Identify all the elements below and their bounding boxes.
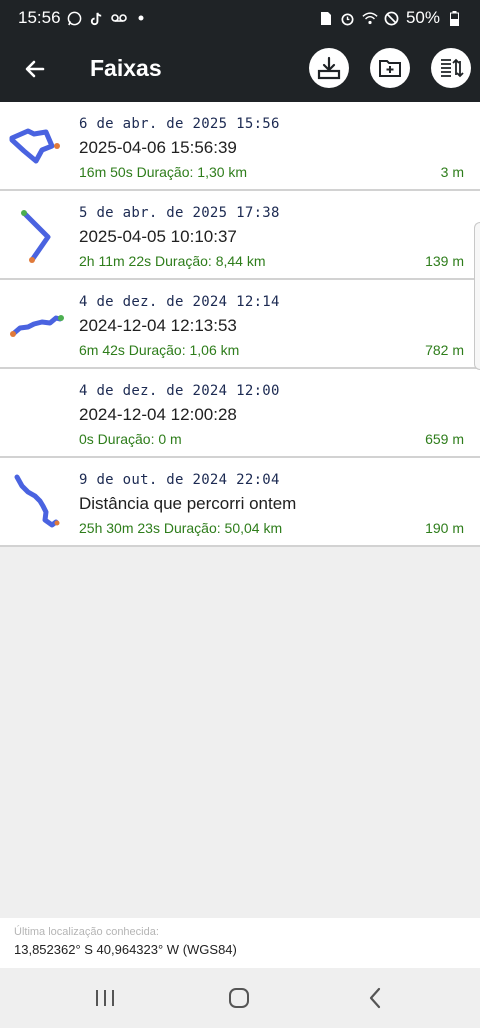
track-duration: 2h 11m 22s Duração: 8,44 km bbox=[79, 253, 266, 269]
dnd-icon bbox=[384, 10, 400, 26]
track-thumbnail bbox=[9, 128, 60, 164]
track-duration: 6m 42s Duração: 1,06 km bbox=[79, 342, 240, 358]
home-button[interactable] bbox=[225, 984, 253, 1012]
dot-icon bbox=[133, 10, 149, 26]
track-thumbnail bbox=[10, 315, 64, 337]
track-list: 6 de abr. de 2025 15:56 2025-04-06 15:56… bbox=[0, 102, 480, 547]
sort-button[interactable] bbox=[431, 48, 471, 88]
scroll-handle[interactable] bbox=[474, 222, 480, 370]
app-bar: Faixas bbox=[0, 36, 480, 102]
import-icon bbox=[317, 56, 341, 80]
track-thumbnail bbox=[14, 474, 60, 528]
last-location-footer: Última localização conhecida: 13,852362°… bbox=[0, 918, 480, 968]
track-distance: 659 m bbox=[425, 431, 464, 447]
track-name: 2025-04-05 10:10:37 bbox=[79, 227, 237, 246]
voicemail-icon bbox=[110, 10, 127, 26]
sort-icon bbox=[441, 58, 464, 78]
track-row[interactable]: 6 de abr. de 2025 15:56 2025-04-06 15:56… bbox=[0, 102, 480, 191]
last-location-label: Última localização conhecida: bbox=[14, 926, 159, 938]
battery-icon bbox=[446, 10, 462, 26]
sim-icon bbox=[318, 10, 334, 26]
new-folder-icon bbox=[379, 60, 401, 77]
track-name: Distância que percorri ontem bbox=[79, 494, 297, 513]
track-date: 5 de abr. de 2025 17:38 bbox=[79, 205, 280, 221]
recent-apps-icon bbox=[96, 990, 114, 1006]
track-distance: 190 m bbox=[425, 520, 464, 536]
import-track-button[interactable] bbox=[309, 48, 349, 88]
track-date: 9 de out. de 2024 22:04 bbox=[79, 472, 280, 488]
back-nav-button[interactable] bbox=[361, 984, 389, 1012]
track-date: 4 de dez. de 2024 12:00 bbox=[79, 383, 280, 399]
status-bar: 15:56 50% bbox=[0, 0, 480, 36]
chevron-left-icon bbox=[369, 987, 381, 1009]
track-row[interactable]: 5 de abr. de 2025 17:38 2025-04-05 10:10… bbox=[0, 191, 480, 280]
track-date: 4 de dez. de 2024 12:14 bbox=[79, 294, 280, 310]
recent-apps-button[interactable] bbox=[91, 984, 119, 1012]
system-nav-bar bbox=[0, 968, 480, 1028]
tiktok-icon bbox=[89, 10, 105, 26]
alarm-icon bbox=[340, 10, 356, 26]
new-folder-button[interactable] bbox=[370, 48, 410, 88]
track-distance: 139 m bbox=[425, 253, 464, 269]
track-duration: 0s Duração: 0 m bbox=[79, 431, 182, 447]
track-name: 2024-12-04 12:13:53 bbox=[79, 316, 237, 335]
track-row[interactable]: 4 de dez. de 2024 12:00 2024-12-04 12:00… bbox=[0, 369, 480, 458]
track-name: 2024-12-04 12:00:28 bbox=[79, 405, 237, 424]
track-name: 2025-04-06 15:56:39 bbox=[79, 138, 237, 157]
wifi-icon bbox=[362, 10, 378, 26]
whatsapp-icon bbox=[67, 10, 83, 26]
track-date: 6 de abr. de 2025 15:56 bbox=[79, 116, 280, 132]
track-row[interactable]: 4 de dez. de 2024 12:14 2024-12-04 12:13… bbox=[0, 280, 480, 369]
track-distance: 3 m bbox=[440, 164, 464, 180]
track-distance: 782 m bbox=[425, 342, 464, 358]
home-icon bbox=[229, 988, 249, 1008]
arrow-left-icon bbox=[25, 60, 45, 78]
last-location-value: 13,852362° S 40,964323° W (WGS84) bbox=[14, 942, 237, 957]
page-title: Faixas bbox=[90, 55, 162, 81]
track-row[interactable]: 9 de out. de 2024 22:04 Distância que pe… bbox=[0, 458, 480, 547]
battery-percent: 50% bbox=[405, 8, 440, 27]
track-duration: 25h 30m 23s Duração: 50,04 km bbox=[79, 520, 283, 536]
track-thumbnail bbox=[21, 210, 51, 263]
back-button[interactable] bbox=[18, 52, 52, 86]
status-time: 15:56 bbox=[18, 8, 61, 27]
track-duration: 16m 50s Duração: 1,30 km bbox=[79, 164, 248, 180]
